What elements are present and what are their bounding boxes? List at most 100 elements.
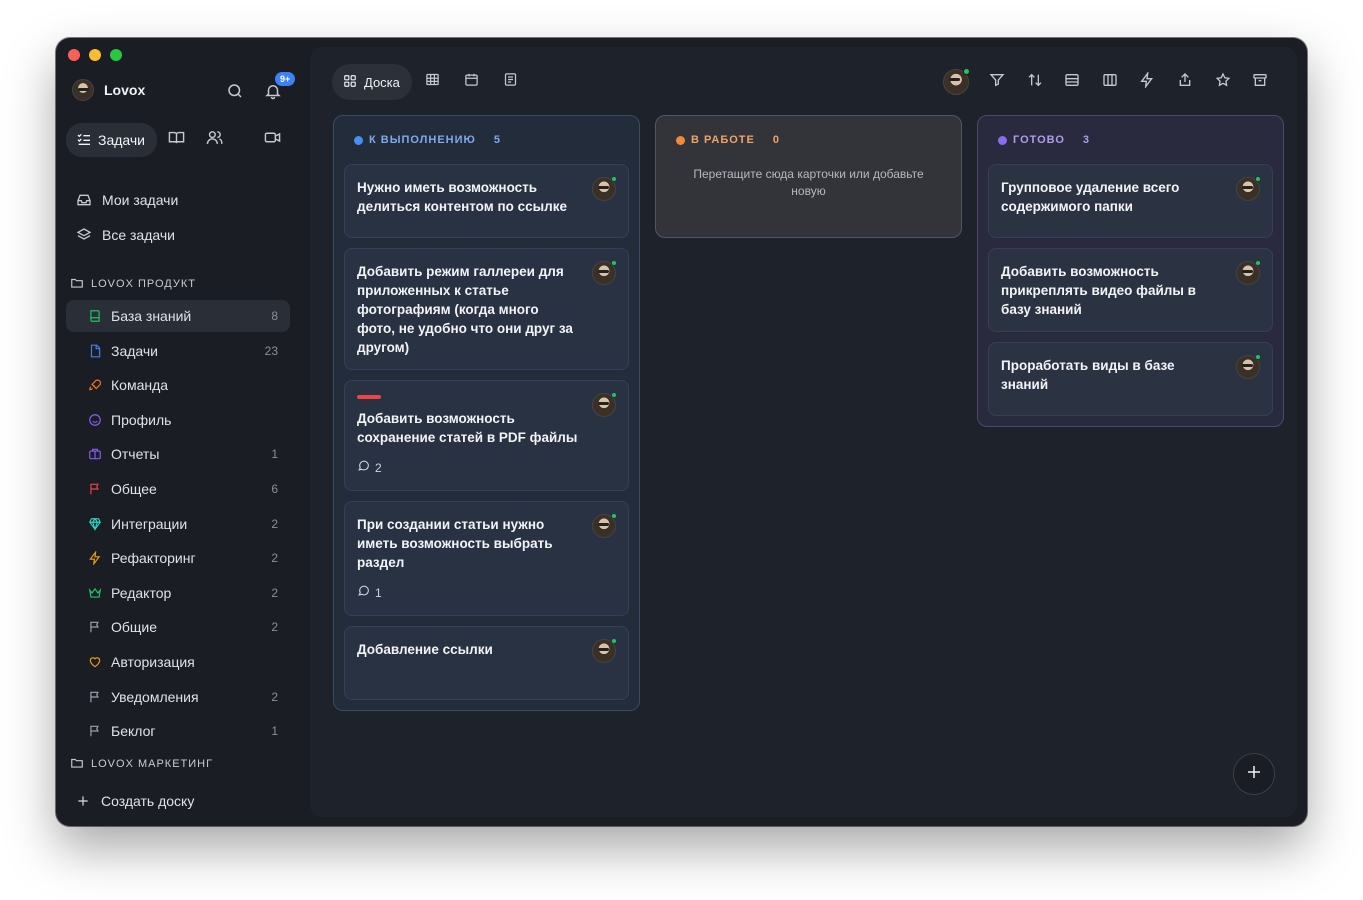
task-card[interactable]: Добавить режим галлереи для приложенных … [344, 248, 629, 370]
workspace-name: Lovox [104, 82, 146, 98]
view-board-button[interactable]: Доска [332, 64, 412, 100]
assignee-avatar[interactable] [1236, 260, 1261, 285]
notifications-badge: 9+ [275, 72, 296, 86]
crown-icon [88, 586, 102, 600]
sidebar-project-item[interactable]: Отчеты 1 [66, 438, 290, 470]
project-count: 1 [271, 724, 278, 739]
column-title: В РАБОТЕ [691, 134, 755, 146]
comments-count: 1 [357, 584, 578, 603]
archive-button[interactable] [1241, 64, 1279, 100]
task-card[interactable]: Добавить возможность прикреплять видео ф… [988, 248, 1273, 332]
create-board-button[interactable]: Создать доску [66, 785, 290, 817]
comments-number: 2 [375, 461, 382, 475]
task-card[interactable]: Групповое удаление всего содержимого пап… [988, 164, 1273, 238]
share-button[interactable] [1166, 64, 1204, 100]
task-card[interactable]: Добавление ссылки [344, 626, 629, 700]
sidebar-project-item[interactable]: Профиль [66, 404, 290, 436]
plus-icon [75, 793, 91, 809]
section-lovox-marketing[interactable]: LOVOX МАРКЕТИНГ [70, 754, 213, 774]
assignee-avatar[interactable] [592, 513, 617, 538]
task-title: Групповое удаление всего содержимого пап… [1001, 180, 1180, 214]
tab-video[interactable] [253, 123, 291, 157]
sidebar-project-item[interactable]: Редактор 2 [66, 577, 290, 609]
status-dot [354, 135, 363, 145]
comment-icon [357, 459, 370, 478]
sidebar-project-item[interactable]: Команда [66, 369, 290, 401]
online-indicator [1255, 260, 1261, 266]
automation-button[interactable] [1129, 64, 1167, 100]
column-todo: К ВЫПОЛНЕНИЮ 5 Нужно иметь возможность д… [333, 115, 640, 711]
task-card[interactable]: Добавить возможность сохранение статей в… [344, 380, 629, 491]
tab-tasks[interactable]: Задачи [66, 123, 158, 157]
add-task-button[interactable] [1233, 753, 1275, 795]
flag-icon [88, 724, 102, 738]
favorite-button[interactable] [1204, 64, 1242, 100]
nav-label: Все задачи [102, 227, 175, 243]
assignee-avatar[interactable] [1236, 176, 1261, 201]
columns-button[interactable] [1091, 64, 1129, 100]
task-card[interactable]: Проработать виды в базе знаний [988, 342, 1273, 416]
sidebar-project-item[interactable]: Задачи 23 [66, 335, 290, 367]
column-title: ГОТОВО [1013, 134, 1065, 146]
view-switcher: Доска [332, 64, 529, 100]
project-count: 2 [271, 516, 278, 531]
online-indicator [1255, 354, 1261, 360]
assignee-avatar[interactable] [592, 260, 617, 285]
project-label: Авторизация [111, 654, 195, 670]
project-label: Задачи [111, 342, 159, 359]
nav-my-tasks[interactable]: Мои задачи [66, 184, 290, 216]
sidebar-project-item[interactable]: Уведомления 2 [66, 681, 290, 713]
create-board-label: Создать доску [101, 793, 195, 809]
plus-icon [1245, 763, 1263, 786]
view-calendar-button[interactable] [453, 64, 490, 100]
section-label: LOVOX МАРКЕТИНГ [91, 758, 214, 770]
sidebar-project-item[interactable]: База знаний 8 [66, 300, 290, 332]
sidebar-project-item[interactable]: Беклог 1 [66, 715, 290, 747]
column-header[interactable]: ГОТОВО 3 [988, 128, 1273, 152]
sidebar-project-item[interactable]: Общее 6 [66, 473, 290, 505]
rows-icon [1064, 72, 1080, 93]
sidebar-project-item[interactable]: Авторизация [66, 646, 290, 678]
assignee-avatar[interactable] [592, 176, 617, 201]
column-header[interactable]: В РАБОТЕ 0 [666, 128, 951, 152]
task-title: Добавить возможность сохранение статей в… [357, 411, 578, 445]
tab-team[interactable] [195, 123, 233, 157]
group-rows-button[interactable] [1053, 64, 1091, 100]
sort-button[interactable] [1016, 64, 1054, 100]
column-count: 5 [493, 134, 500, 146]
tab-knowledge[interactable] [157, 123, 195, 157]
heart-icon [88, 655, 102, 669]
rocket-icon [88, 378, 102, 392]
priority-tag [357, 395, 381, 399]
assignee-avatar[interactable] [1236, 354, 1261, 379]
task-title: Добавление ссылки [357, 642, 493, 657]
video-icon [264, 129, 281, 151]
project-count: 2 [271, 689, 278, 704]
assignee-avatar[interactable] [592, 638, 617, 663]
mode-switcher: Задачи [66, 123, 291, 157]
task-title: Нужно иметь возможность делиться контент… [357, 180, 568, 214]
sidebar-project-item[interactable]: Интеграции 2 [66, 508, 290, 540]
sidebar-project-item[interactable]: Рефакторинг 2 [66, 542, 290, 574]
tab-tasks-label: Задачи [98, 132, 146, 148]
view-table-button[interactable] [414, 64, 451, 100]
task-card[interactable]: При создании статьи нужно иметь возможно… [344, 501, 629, 616]
column-header[interactable]: К ВЫПОЛНЕНИЮ 5 [344, 128, 629, 152]
comment-icon [357, 584, 370, 603]
task-card[interactable]: Нужно иметь возможность делиться контент… [344, 164, 629, 238]
filter-button[interactable] [978, 64, 1016, 100]
assignee-filter-avatar[interactable] [943, 68, 971, 95]
flag-icon [88, 482, 102, 496]
assignee-avatar[interactable] [592, 392, 617, 417]
workspace-switcher[interactable]: Lovox [72, 79, 145, 101]
board-toolbar [943, 64, 1279, 100]
sidebar-project-item[interactable]: Общие 2 [66, 611, 290, 643]
view-list-button[interactable] [492, 64, 529, 100]
briefcase-icon [88, 447, 102, 461]
section-lovox-product[interactable]: LOVOX ПРОДУКТ [70, 274, 196, 294]
search-icon[interactable] [226, 82, 244, 100]
nav-all-tasks[interactable]: Все задачи [66, 219, 290, 251]
project-count: 23 [264, 343, 278, 358]
table-icon [425, 72, 440, 92]
sort-icon [1027, 72, 1043, 93]
